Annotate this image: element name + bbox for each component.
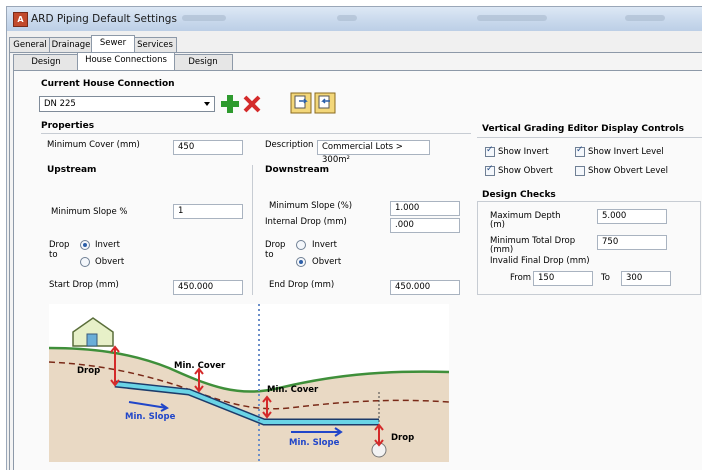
up-down-divider — [252, 165, 253, 295]
upstream-invert-radio[interactable] — [80, 240, 90, 250]
min-slope-right-label: Min. Slope — [289, 438, 340, 448]
tab-sewer[interactable]: Sewer — [91, 35, 135, 53]
invalid-final-drop-label: Invalid Final Drop (mm) — [490, 256, 590, 266]
connection-select[interactable]: DN 225 — [39, 96, 215, 112]
chevron-down-icon — [204, 102, 210, 106]
end-drop-label: End Drop (mm) — [269, 280, 335, 290]
window-title: ARD Piping Default Settings — [31, 13, 177, 25]
min-cover-left-label: Min. Cover — [174, 361, 226, 371]
min-cover-input[interactable]: 450 — [173, 140, 243, 155]
vertical-grading-heading: Vertical Grading Editor Display Controls — [482, 124, 684, 134]
end-drop-input[interactable]: 450.000 — [390, 280, 460, 295]
tab-house-connections[interactable]: House Connections — [77, 52, 175, 70]
min-total-drop-label: Minimum Total Drop (mm) — [490, 236, 576, 255]
max-depth-input[interactable]: 5.000 — [597, 209, 667, 224]
house-connection-diagram: Drop Min. Cover Min. Slope Min. Cover Mi… — [49, 304, 449, 462]
app-logo-icon: A — [13, 12, 28, 27]
upstream-invert-label: Invert — [95, 240, 120, 250]
blurred-title-text — [337, 15, 357, 21]
show-obvert-level-label: Show Obvert Level — [588, 166, 668, 176]
show-invert-level-checkbox[interactable] — [575, 145, 585, 157]
downstream-heading: Downstream — [265, 165, 330, 175]
show-obvert-level-checkbox[interactable] — [575, 166, 585, 176]
tab-drainage[interactable]: Drainage — [49, 37, 93, 53]
show-invert-checkbox[interactable] — [485, 145, 495, 157]
show-invert-label: Show Invert — [498, 147, 549, 157]
add-connection-button[interactable] — [220, 94, 240, 114]
current-connection-heading: Current House Connection — [41, 79, 175, 89]
properties-divider — [41, 133, 471, 134]
connection-select-value: DN 225 — [44, 99, 76, 109]
downstream-invert-label: Invert — [312, 240, 337, 250]
description-input[interactable]: Commercial Lots > 300m² — [317, 140, 430, 165]
min-cover-right-label: Min. Cover — [267, 385, 319, 395]
show-obvert-label: Show Obvert — [498, 166, 553, 176]
blurred-title-text — [477, 15, 547, 21]
to-label: To — [601, 273, 610, 283]
min-cover-label: Minimum Cover (mm) — [47, 140, 140, 150]
tab-general[interactable]: General — [9, 37, 51, 53]
upstream-drop-to-label: Drop to — [49, 240, 70, 260]
downstream-min-slope-label: Minimum Slope (%) — [269, 201, 353, 211]
show-obvert-checkbox[interactable] — [485, 164, 495, 176]
tab-services[interactable]: Services — [133, 37, 177, 53]
max-depth-label: Maximum Depth (m) — [490, 211, 561, 230]
import-icon[interactable] — [290, 92, 312, 114]
upstream-heading: Upstream — [47, 165, 97, 175]
start-drop-label: Start Drop (mm) — [49, 280, 119, 290]
show-invert-level-label: Show Invert Level — [588, 147, 664, 157]
blurred-title-text — [182, 15, 226, 21]
downstream-obvert-radio[interactable] — [296, 257, 306, 267]
upstream-obvert-label: Obvert — [95, 257, 125, 267]
tab-design-settings[interactable]: Design Settings — [13, 54, 79, 81]
min-slope-left-label: Min. Slope — [125, 412, 176, 422]
delete-connection-button[interactable] — [242, 94, 262, 114]
downstream-invert-radio[interactable] — [296, 240, 306, 250]
upstream-min-slope-input[interactable]: 1 — [173, 204, 243, 219]
downstream-min-slope-input[interactable]: 1.000 — [390, 201, 460, 216]
settings-window: A ARD Piping Default Settings General Dr… — [6, 6, 702, 470]
blurred-title-text — [625, 15, 665, 21]
description-label: Description — [265, 140, 314, 150]
export-icon[interactable] — [314, 92, 336, 114]
from-input[interactable]: 150 — [533, 271, 593, 286]
tab-design-tables[interactable]: Design Tables — [173, 54, 233, 81]
from-label: From — [510, 273, 532, 283]
min-total-drop-input[interactable]: 750 — [597, 235, 667, 250]
drop-left-label: Drop — [77, 366, 100, 376]
drop-right-label: Drop — [391, 433, 414, 443]
title-bar: A ARD Piping Default Settings — [7, 7, 702, 31]
upstream-min-slope-label: Minimum Slope % — [51, 207, 128, 217]
upstream-obvert-radio[interactable] — [80, 257, 90, 267]
design-checks-heading: Design Checks — [482, 190, 556, 200]
to-input[interactable]: 300 — [621, 271, 671, 286]
internal-drop-input[interactable]: .000 — [390, 218, 460, 233]
vertical-grading-divider — [477, 137, 702, 138]
downstream-drop-to-label: Drop to — [265, 240, 286, 260]
start-drop-input[interactable]: 450.000 — [173, 280, 243, 295]
properties-heading: Properties — [41, 121, 95, 131]
internal-drop-label: Internal Drop (mm) — [265, 217, 347, 227]
downstream-obvert-label: Obvert — [312, 257, 342, 267]
